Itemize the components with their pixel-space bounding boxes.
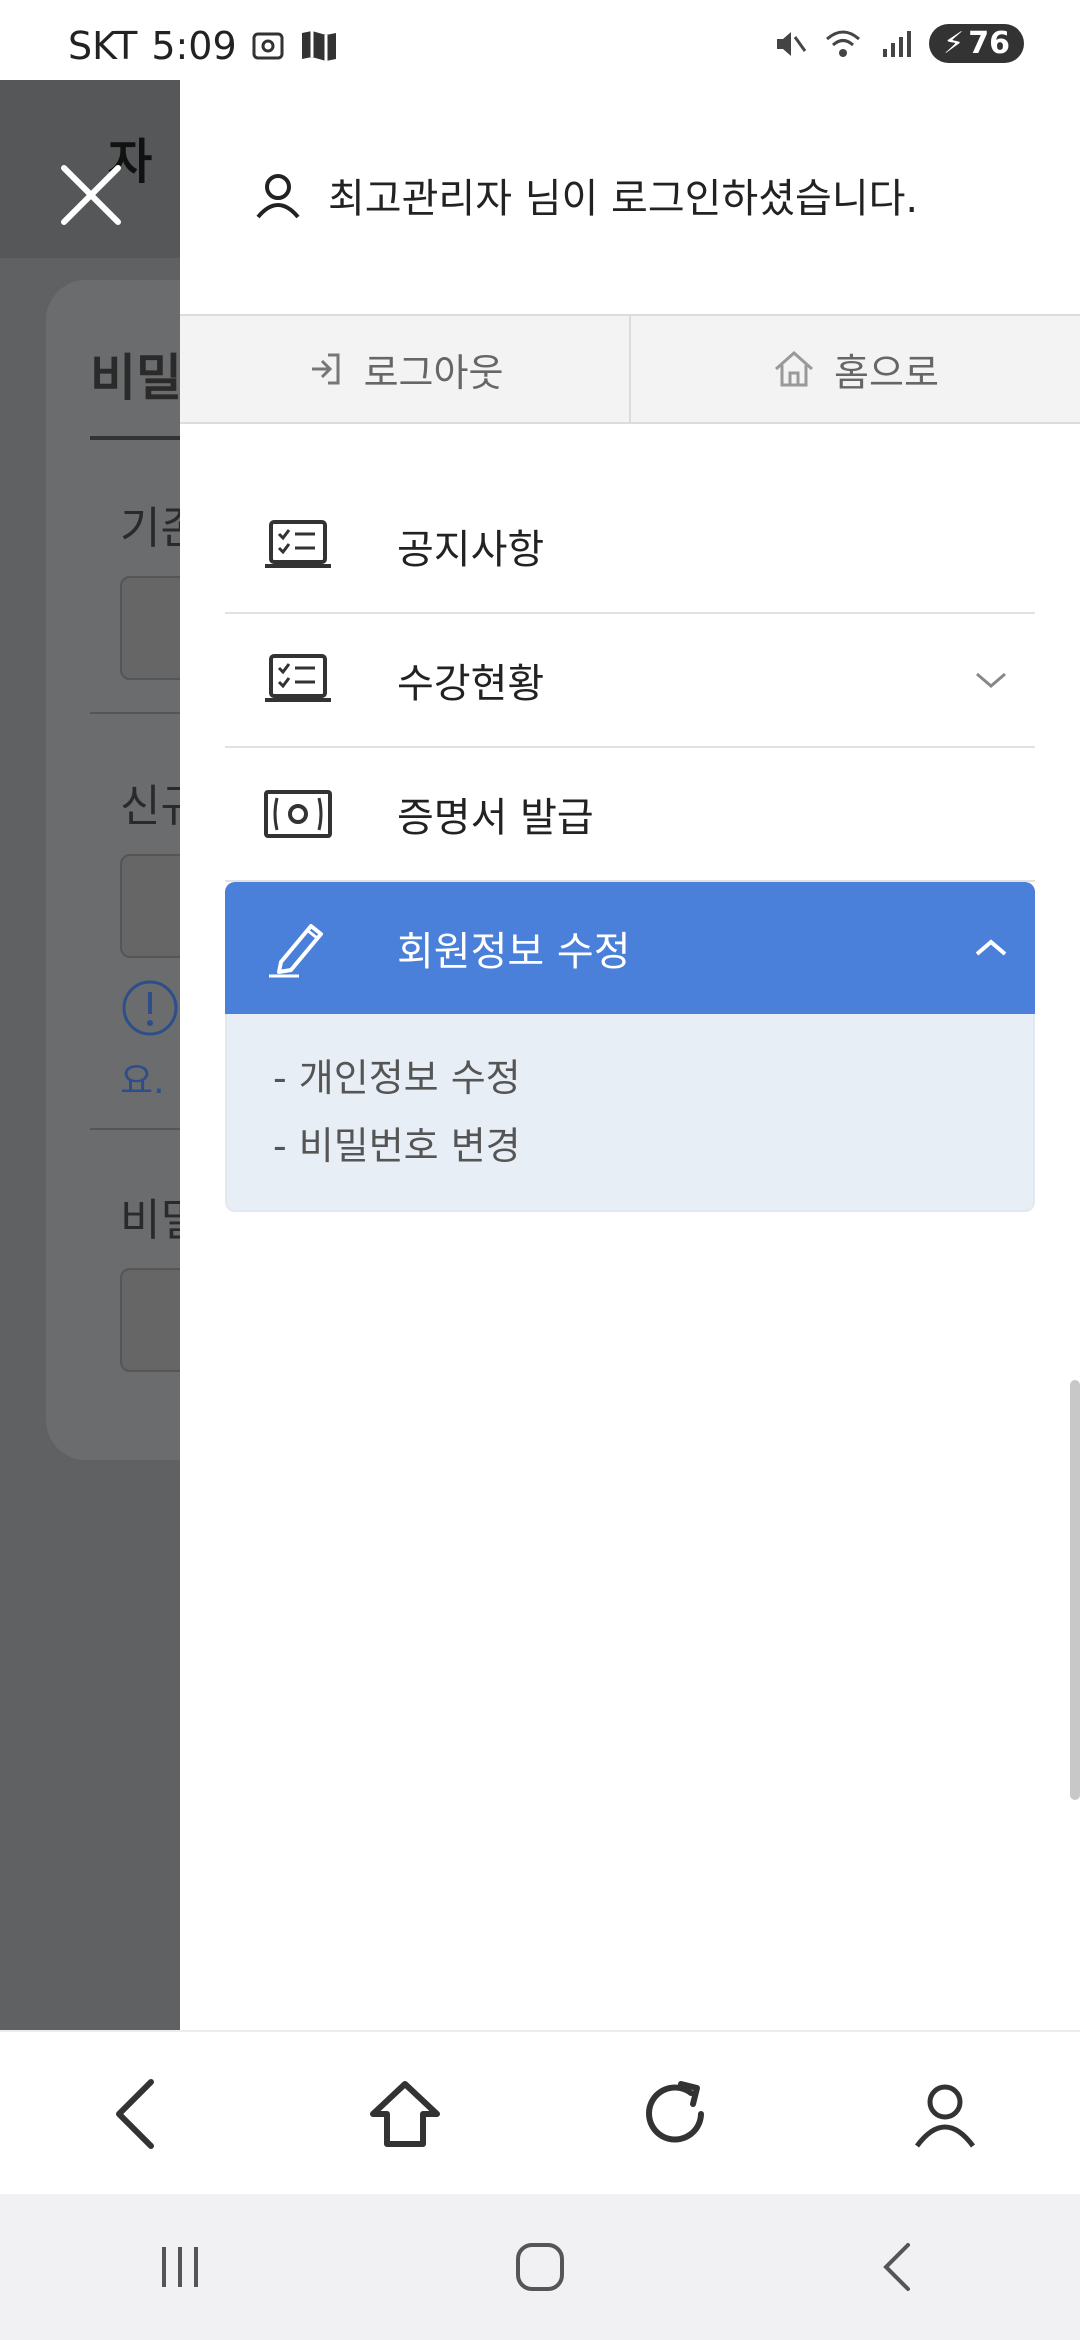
- menu-label-notice: 공지사항: [397, 527, 545, 573]
- user-greeting: 최고관리자 님이 로그인하셨습니다.: [252, 166, 918, 224]
- status-bar: SKT 5:09 ⚡ 76: [0, 0, 1080, 80]
- mute-icon: [777, 31, 807, 56]
- drawer-menu: 공지사항 수강현황 증명서 발급 회원정보 수정 - 개인정보 수정 - 비밀번…: [225, 480, 1035, 1212]
- wifi-icon: [826, 30, 861, 57]
- user-icon: [256, 174, 300, 219]
- battery-level: 76: [968, 26, 1010, 61]
- house-icon: [775, 350, 814, 387]
- info-icon: [122, 980, 178, 1036]
- menu-label-member-info: 회원정보 수정: [397, 929, 631, 975]
- chevron-down-icon[interactable]: [973, 668, 1009, 692]
- screenshot-icon: [252, 32, 284, 60]
- logout-label: 로그아웃: [363, 350, 504, 395]
- submenu-change-password[interactable]: - 비밀번호 변경: [273, 1112, 1033, 1180]
- back-button-icon[interactable]: [840, 2217, 960, 2317]
- account-icon[interactable]: [885, 2064, 1005, 2164]
- chevron-up-icon[interactable]: [973, 936, 1009, 960]
- battery-indicator: ⚡ 76: [929, 24, 1024, 63]
- background-divider: [90, 1128, 190, 1130]
- menu-label-course-status: 수강현황: [397, 661, 545, 707]
- notice-board-icon: [253, 511, 343, 581]
- menu-item-member-info[interactable]: 회원정보 수정: [225, 882, 1035, 1014]
- back-icon[interactable]: [75, 2064, 195, 2164]
- map-icon: [301, 31, 336, 61]
- home-link-button[interactable]: 홈으로: [629, 316, 1080, 422]
- logout-button[interactable]: 로그아웃: [180, 316, 629, 422]
- logout-icon: [311, 353, 340, 385]
- background-header: 자: [0, 80, 180, 258]
- menu-item-certificate[interactable]: 증명서 발급: [225, 748, 1035, 882]
- system-nav-bar: [0, 2194, 1080, 2340]
- side-drawer: 최고관리자 님이 로그인하셨습니다. 로그아웃 홈으로 공지사항 수강현황 증명…: [180, 80, 1080, 2030]
- recent-apps-icon[interactable]: [120, 2217, 240, 2317]
- home-link-label: 홈으로: [834, 350, 939, 395]
- signal-icon: [883, 30, 912, 57]
- background-tab: 비밀: [90, 349, 182, 407]
- bolt-icon: ⚡: [943, 26, 965, 61]
- drawer-action-bar: 로그아웃 홈으로: [180, 314, 1080, 424]
- member-info-submenu: - 개인정보 수정 - 비밀번호 변경: [225, 1014, 1035, 1212]
- home-button-icon[interactable]: [480, 2217, 600, 2317]
- certificate-icon: [253, 779, 343, 849]
- background-divider: [90, 712, 190, 714]
- menu-item-course-status[interactable]: 수강현황: [225, 614, 1035, 748]
- home-icon[interactable]: [345, 2064, 465, 2164]
- menu-item-notice[interactable]: 공지사항: [225, 480, 1035, 614]
- submenu-personal-info[interactable]: - 개인정보 수정: [273, 1044, 1033, 1112]
- pencil-icon: [253, 913, 343, 983]
- user-message: 최고관리자 님이 로그인하셨습니다.: [328, 176, 919, 222]
- refresh-icon[interactable]: [615, 2064, 735, 2164]
- carrier: SKT: [68, 24, 138, 68]
- background-note: 요.: [120, 1061, 165, 1102]
- background-tab-underline: [90, 436, 190, 440]
- course-status-icon: [253, 645, 343, 715]
- scrollbar[interactable]: [1070, 1380, 1080, 1800]
- clock: 5:09: [151, 24, 237, 68]
- menu-label-certificate: 증명서 발급: [397, 795, 594, 841]
- close-icon[interactable]: [56, 160, 126, 230]
- browser-toolbar: [0, 2030, 1080, 2196]
